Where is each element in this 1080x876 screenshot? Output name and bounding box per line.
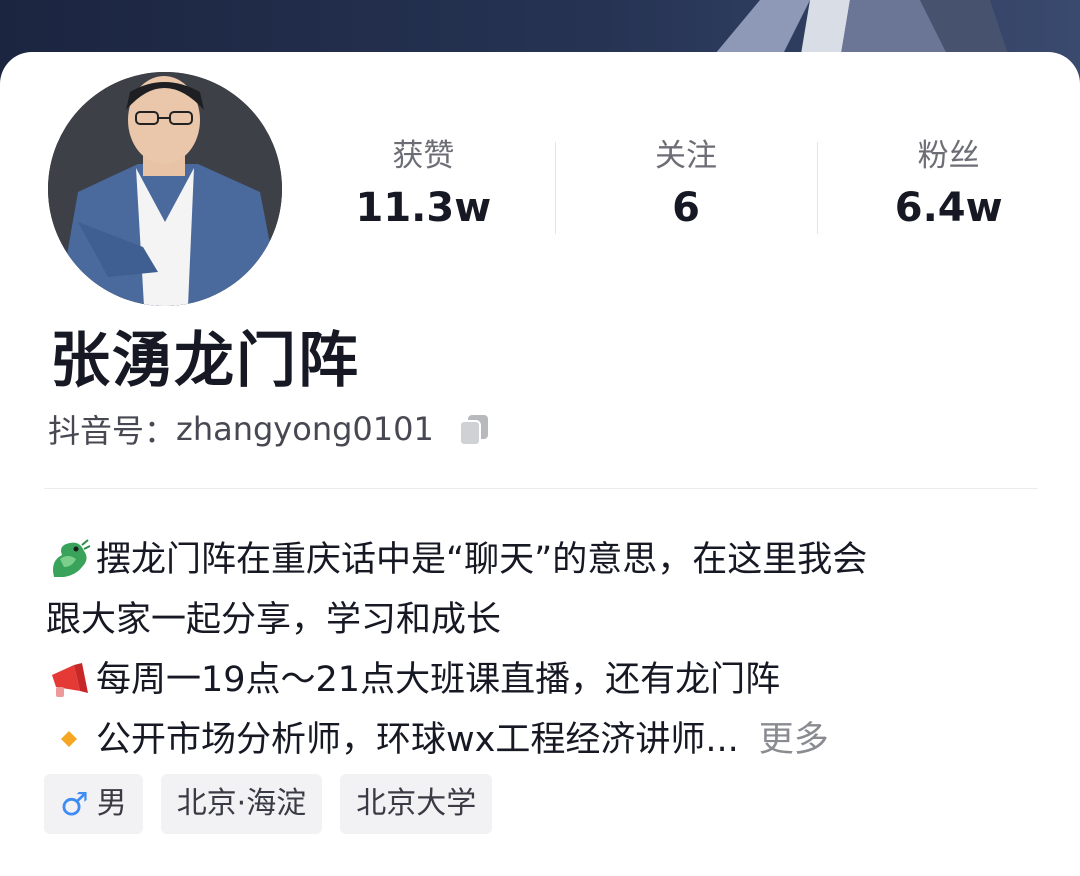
megaphone-icon [52, 663, 88, 697]
avatar-photo [48, 72, 282, 306]
tag-school-label: 北京大学 [356, 786, 477, 821]
bio-line: 摆龙门阵在重庆话中是“聊天”的意思，在这里我会 [46, 530, 1046, 590]
bio-line: 跟大家一起分享，学习和成长 [46, 590, 1046, 650]
stat-followers[interactable]: 粉丝 6.4w [817, 136, 1080, 236]
stat-likes[interactable]: 获赞 11.3w [292, 136, 555, 236]
banner-illustration [710, 0, 1010, 60]
bio-more-button[interactable]: 更多 [759, 710, 829, 770]
account-id-value: zhangyong0101 [176, 410, 434, 448]
tag-location[interactable]: 北京·海淀 [160, 774, 323, 834]
dragon-icon [53, 539, 91, 577]
account-id-label: 抖音号： [48, 412, 177, 450]
profile-name: 张湧龙门阵 [50, 326, 360, 396]
profile-tags: ♂ 男 北京·海淀 北京大学 [44, 774, 493, 834]
tag-gender: ♂ 男 [44, 774, 143, 834]
tag-gender-label: 男 [96, 786, 127, 821]
stat-label: 获赞 [392, 138, 455, 174]
stat-value: 11.3w [355, 185, 492, 231]
bio-line: 每周一19点～21点大班课直播，还有龙门阵 [46, 650, 1046, 710]
stat-following[interactable]: 关注 6 [554, 136, 818, 236]
orange-diamond-icon [61, 731, 77, 747]
stat-value: 6.4w [894, 185, 1003, 231]
account-id-row: 抖音号： zhangyong0101 [48, 407, 492, 451]
bio-line: 公开市场分析师，环球wx工程经济讲师... 更多 [46, 710, 1046, 770]
stat-label: 关注 [655, 138, 717, 174]
divider [44, 488, 1038, 489]
bio-text-2: 跟大家一起分享，学习和成长 [46, 600, 502, 640]
male-icon: ♂ [60, 785, 89, 823]
avatar[interactable] [48, 72, 282, 306]
stat-value: 6 [672, 185, 700, 231]
stats-row: 获赞 11.3w 关注 6 粉丝 6.4w [292, 136, 1080, 236]
bio[interactable]: 摆龙门阵在重庆话中是“聊天”的意思，在这里我会 跟大家一起分享，学习和成长 每周… [46, 530, 1046, 770]
tag-school[interactable]: 北京大学 [340, 774, 493, 834]
bio-text-1: 摆龙门阵在重庆话中是“聊天”的意思，在这里我会 [96, 540, 868, 580]
copy-icon[interactable] [456, 411, 492, 447]
tag-location-label: 北京·海淀 [176, 786, 307, 821]
bio-text-4: 公开市场分析师，环球wx工程经济讲师... [96, 720, 739, 760]
stat-label: 粉丝 [917, 138, 980, 174]
bio-text-3: 每周一19点～21点大班课直播，还有龙门阵 [96, 660, 781, 700]
